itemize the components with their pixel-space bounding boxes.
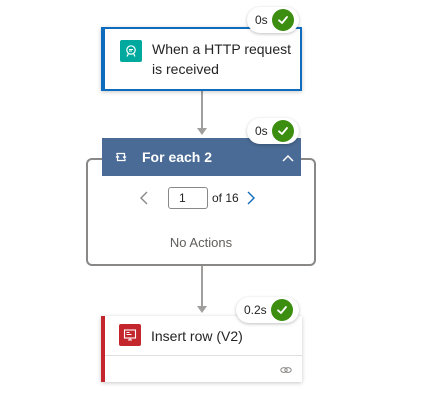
- sql-server-icon: [119, 324, 141, 346]
- chevron-up-icon[interactable]: [281, 150, 295, 168]
- success-check-icon: [271, 120, 294, 142]
- trigger-status-time: 0s: [255, 13, 268, 27]
- card-divider: [105, 355, 302, 356]
- success-check-icon: [271, 9, 294, 31]
- insert-row-status-time: 0.2s: [244, 303, 267, 317]
- foreach-status-badge: 0s: [247, 118, 299, 144]
- iteration-pager: 1 of 16: [138, 186, 257, 210]
- foreach-title: For each 2: [142, 149, 213, 165]
- http-request-icon: [120, 40, 142, 62]
- connector-arrowhead: [197, 128, 207, 135]
- connector-arrowhead: [197, 306, 207, 313]
- insert-row-card[interactable]: Insert row (V2): [101, 316, 302, 382]
- insert-row-status-badge: 0.2s: [236, 297, 299, 323]
- trigger-title: When a HTTP request is received: [152, 41, 292, 77]
- connector-foreach-to-insert: [201, 266, 203, 307]
- trigger-card[interactable]: When a HTTP request is received: [101, 27, 302, 91]
- chevron-right-icon[interactable]: [245, 190, 257, 206]
- connector-trigger-to-foreach: [201, 91, 203, 129]
- chevron-left-icon[interactable]: [138, 190, 150, 206]
- link-icon[interactable]: [280, 362, 292, 380]
- page-number-input[interactable]: 1: [168, 187, 208, 209]
- insert-row-title: Insert row (V2): [151, 328, 243, 344]
- loop-icon: [114, 150, 128, 169]
- success-check-icon: [270, 299, 293, 321]
- trigger-status-badge: 0s: [247, 7, 299, 33]
- no-actions-text: No Actions: [169, 235, 233, 250]
- foreach-status-time: 0s: [255, 124, 268, 138]
- page-count-label: of 16: [212, 191, 239, 205]
